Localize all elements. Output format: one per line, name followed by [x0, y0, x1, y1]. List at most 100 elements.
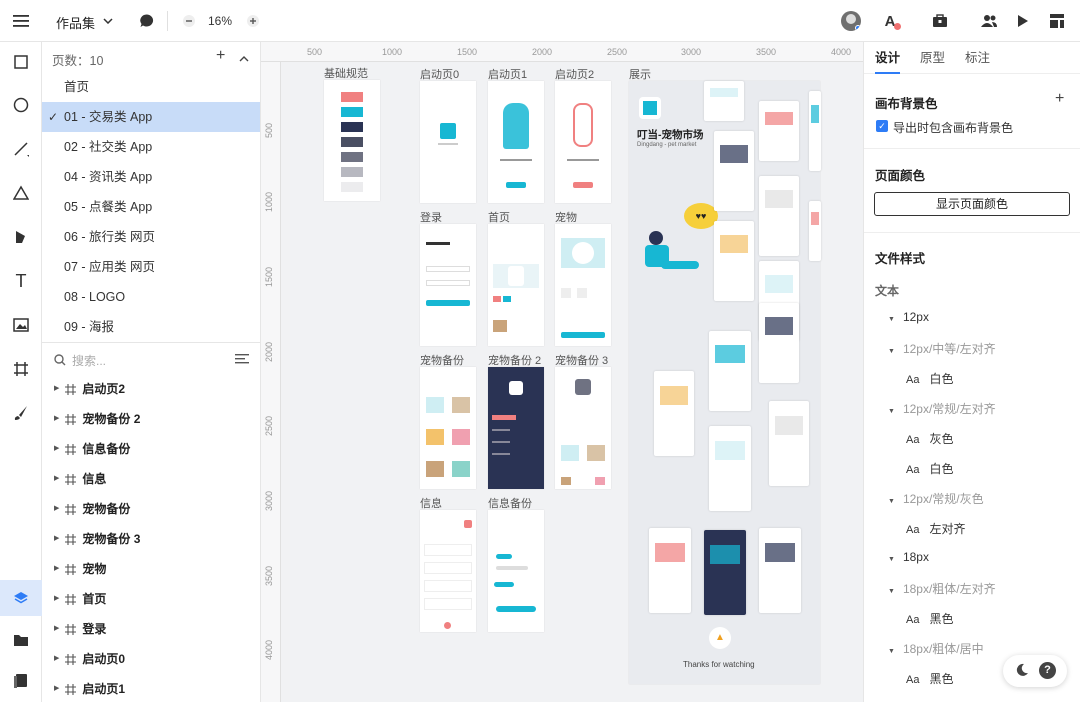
filter-icon[interactable] [235, 353, 249, 368]
layer-item[interactable]: ▶ 宠物备份 2 [42, 404, 260, 434]
style-group[interactable]: ▼ 12px [888, 310, 929, 324]
caret-down-icon[interactable]: ▼ [888, 556, 895, 563]
add-page-icon[interactable]: + [216, 47, 225, 65]
page-item[interactable]: 05 - 点餐类 App [42, 192, 260, 222]
color-swatch[interactable] [341, 122, 363, 132]
canvas[interactable]: 500 1000 1500 2000 2500 3000 3500 4000 500 1000 1… [261, 42, 863, 702]
page-item[interactable]: ✓ 01 - 交易类 App [42, 102, 260, 132]
avatar[interactable] [841, 11, 861, 31]
menu-icon[interactable] [10, 10, 32, 32]
expand-icon[interactable]: ▶ [54, 524, 59, 554]
page-item[interactable]: 06 - 旅行类 网页 [42, 222, 260, 252]
zoom-in-icon[interactable] [242, 10, 264, 32]
zoom-level[interactable]: 16% [208, 14, 232, 28]
color-swatch[interactable] [341, 182, 363, 192]
page-item[interactable]: 07 - 应用类 网页 [42, 252, 260, 282]
style-item[interactable]: Aa 黑色 [906, 670, 953, 687]
rectangle-tool-icon[interactable] [10, 51, 32, 73]
page-item[interactable]: 首页 [42, 72, 260, 102]
style-group[interactable]: ▼ 12px/常规/灰色 [888, 490, 984, 507]
color-swatch[interactable] [341, 92, 363, 102]
style-item[interactable]: Aa 白色 [906, 460, 953, 477]
library-icon[interactable] [10, 670, 32, 692]
page-item[interactable]: 04 - 资讯类 App [42, 162, 260, 192]
layer-item[interactable]: ▶ 宠物备份 3 [42, 524, 260, 554]
layer-item[interactable]: ▶ 启动页1 [42, 674, 260, 704]
color-swatch[interactable] [341, 137, 363, 147]
frame-home[interactable] [488, 224, 544, 346]
expand-icon[interactable]: ▶ [54, 584, 59, 614]
collapse-pages-icon[interactable] [239, 51, 249, 65]
frame-info[interactable] [420, 510, 476, 632]
style-group[interactable]: ▼ 12px/常规/左对齐 [888, 400, 996, 417]
expand-icon[interactable]: ▶ [54, 404, 59, 434]
frame-splash2[interactable] [555, 81, 611, 203]
frame-showcase[interactable]: 叮当-宠物市场 Dingdang - pet market ♥♥ ▲ Thank… [629, 81, 821, 684]
caret-down-icon[interactable]: ▼ [888, 316, 895, 323]
page-item[interactable]: 02 - 社交类 App [42, 132, 260, 162]
project-name[interactable]: 作品集 [56, 13, 95, 32]
expand-icon[interactable]: ▶ [54, 464, 59, 494]
panel-tab[interactable]: 设计 [875, 42, 901, 74]
play-icon[interactable] [1012, 10, 1034, 32]
panel-tab[interactable]: 标注 [965, 42, 990, 74]
frame-pet-backup3[interactable] [555, 367, 611, 489]
caret-down-icon[interactable]: ▼ [888, 648, 895, 655]
layer-item[interactable]: ▶ 信息备份 [42, 434, 260, 464]
comment-icon[interactable] [136, 10, 158, 32]
layer-item[interactable]: ▶ 登录 [42, 614, 260, 644]
ellipse-tool-icon[interactable] [10, 94, 32, 116]
font-icon[interactable]: A [879, 10, 901, 32]
caret-down-icon[interactable]: ▼ [888, 588, 895, 595]
color-swatch[interactable] [341, 167, 363, 177]
search-input[interactable]: 搜索... [72, 352, 106, 369]
style-item[interactable]: Aa 灰色 [906, 430, 953, 447]
color-swatch[interactable] [341, 152, 363, 162]
frame-pet-backup[interactable] [420, 367, 476, 489]
component-icon[interactable] [929, 10, 951, 32]
line-tool-icon[interactable] [10, 138, 32, 160]
expand-icon[interactable]: ▶ [54, 614, 59, 644]
frame-tool-icon[interactable] [10, 358, 32, 380]
layer-item[interactable]: ▶ 启动页2 [42, 374, 260, 404]
frame-splash1[interactable] [488, 81, 544, 203]
frame-login[interactable] [420, 224, 476, 346]
expand-icon[interactable]: ▶ [54, 374, 59, 404]
layer-item[interactable]: ▶ 首页 [42, 584, 260, 614]
frame-splash0[interactable] [420, 81, 476, 203]
frame-basic[interactable] [324, 80, 380, 201]
zoom-out-icon[interactable] [178, 10, 200, 32]
caret-down-icon[interactable]: ▼ [888, 408, 895, 415]
layer-item[interactable]: ▶ 宠物 [42, 554, 260, 584]
frame-info-backup[interactable] [488, 510, 544, 632]
collaborate-icon[interactable] [978, 10, 1000, 32]
expand-icon[interactable]: ▶ [54, 644, 59, 674]
layer-item[interactable]: ▶ 宠物备份 [42, 494, 260, 524]
style-group[interactable]: ▼ 12px/中等/左对齐 [888, 340, 996, 357]
caret-down-icon[interactable]: ▼ [888, 348, 895, 355]
panel-tab[interactable]: 原型 [920, 42, 945, 74]
brush-tool-icon[interactable] [10, 402, 32, 424]
image-tool-icon[interactable] [10, 314, 32, 336]
expand-icon[interactable]: ▶ [54, 554, 59, 584]
show-page-color-button[interactable]: 显示页面颜色 [874, 192, 1070, 216]
expand-icon[interactable]: ▶ [54, 434, 59, 464]
text-tool-icon[interactable]: T [10, 270, 32, 292]
export-bg-checkbox[interactable]: ✓ [876, 120, 888, 132]
style-group[interactable]: ▼ 18px/粗体/居中 [888, 640, 984, 657]
frame-pet-backup2[interactable] [488, 367, 544, 489]
layer-item[interactable]: ▶ 启动页0 [42, 644, 260, 674]
layers-tab[interactable] [0, 580, 42, 616]
moon-icon[interactable] [1015, 663, 1029, 680]
expand-icon[interactable]: ▶ [54, 674, 59, 704]
frame-pet[interactable] [555, 224, 611, 346]
folder-icon[interactable] [10, 629, 32, 651]
pen-tool-icon[interactable] [10, 226, 32, 248]
chevron-down-icon[interactable] [97, 10, 119, 32]
style-group[interactable]: ▼ 18px/粗体/左对齐 [888, 580, 996, 597]
style-item[interactable]: Aa 左对齐 [906, 520, 965, 537]
help-icon[interactable]: ? [1039, 662, 1056, 679]
caret-down-icon[interactable]: ▼ [888, 498, 895, 505]
style-item[interactable]: Aa 白色 [906, 370, 953, 387]
page-item[interactable]: 09 - 海报 [42, 312, 260, 342]
